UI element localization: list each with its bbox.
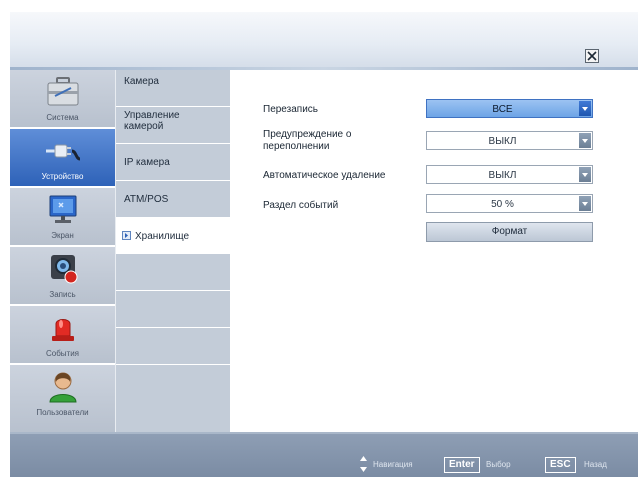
- category-device[interactable]: Устройство: [10, 129, 115, 188]
- submenu: Камера Управление камерой IP камера ATM/…: [115, 70, 231, 432]
- back-hint: Назад: [584, 460, 607, 469]
- category-label: Экран: [51, 231, 74, 240]
- auto-delete-select[interactable]: ВЫКЛ: [426, 165, 593, 184]
- submenu-item-storage[interactable]: Хранилище: [116, 218, 231, 254]
- format-button[interactable]: Формат: [426, 222, 593, 242]
- navigation-hint: Навигация: [373, 460, 413, 469]
- chevron-down-icon: [579, 167, 591, 182]
- monitor-icon: [49, 195, 77, 223]
- up-down-arrows-icon: [360, 456, 367, 472]
- overwrite-select[interactable]: ВСЕ: [426, 99, 593, 118]
- auto-delete-value: ВЫКЛ: [488, 170, 517, 181]
- category-system[interactable]: Система: [10, 70, 115, 129]
- category-label: События: [45, 349, 80, 358]
- submenu-item-label: Хранилище: [135, 231, 189, 242]
- category-label: Система: [46, 113, 79, 122]
- event-partition-select[interactable]: 50 %: [426, 194, 593, 213]
- category-users[interactable]: Пользователи: [10, 365, 115, 432]
- submenu-empty-slot: [116, 291, 231, 328]
- storage-settings-window: Система Устройство Экран Запись События …: [10, 12, 638, 477]
- category-events[interactable]: События: [10, 306, 115, 365]
- footer-bar: Навигация Enter Выбор ESC Назад: [10, 432, 638, 477]
- overflow-warning-label: Предупреждение о переполнении: [263, 129, 352, 152]
- submenu-item-label: ATM/POS: [124, 194, 169, 205]
- enter-key: Enter: [444, 457, 480, 473]
- category-label: Устройство: [41, 172, 84, 181]
- arrow-right-icon: [122, 231, 131, 240]
- submenu-empty-slot: [116, 254, 231, 291]
- select-hint: Выбор: [486, 460, 511, 469]
- category-label: Запись: [49, 290, 76, 299]
- submenu-empty-slot: [116, 328, 231, 365]
- event-partition-value: 50 %: [491, 199, 514, 210]
- submenu-item-atm-pos[interactable]: ATM/POS: [116, 181, 231, 218]
- category-label: Пользователи: [36, 408, 89, 417]
- category-sidebar: Система Устройство Экран Запись События …: [10, 70, 115, 432]
- esc-key: ESC: [545, 457, 576, 473]
- event-partition-label: Раздел событий: [263, 200, 339, 211]
- submenu-item-ip-camera[interactable]: IP камера: [116, 144, 231, 181]
- submenu-empty-slot: [116, 365, 231, 432]
- chevron-down-icon: [579, 133, 591, 148]
- overwrite-label: Перезапись: [263, 104, 319, 115]
- overflow-warning-value: ВЫКЛ: [488, 136, 517, 147]
- storage-settings-panel: Перезапись ВСЕ Предупреждение о переполн…: [230, 70, 638, 432]
- submenu-item-label: Камера: [124, 76, 159, 87]
- chevron-down-icon: [579, 196, 591, 211]
- close-button[interactable]: [585, 49, 599, 63]
- network-plug-icon: [46, 144, 80, 161]
- submenu-item-label: Управление камерой: [124, 110, 180, 132]
- category-record[interactable]: Запись: [10, 247, 115, 306]
- close-icon: [587, 51, 597, 61]
- category-display[interactable]: Экран: [10, 188, 115, 247]
- overwrite-value: ВСЕ: [492, 104, 513, 115]
- submenu-item-label: IP камера: [124, 157, 170, 168]
- user-icon: [49, 372, 77, 403]
- title-bar: [10, 12, 638, 70]
- chevron-down-icon: [579, 101, 591, 116]
- submenu-item-camera-control[interactable]: Управление камерой: [116, 107, 231, 144]
- alarm-light-icon: [52, 319, 74, 341]
- camera-record-icon: [51, 255, 78, 284]
- auto-delete-label: Автоматическое удаление: [263, 170, 386, 181]
- submenu-item-camera[interactable]: Камера: [116, 70, 231, 107]
- overflow-warning-select[interactable]: ВЫКЛ: [426, 131, 593, 150]
- toolbox-icon: [47, 77, 79, 106]
